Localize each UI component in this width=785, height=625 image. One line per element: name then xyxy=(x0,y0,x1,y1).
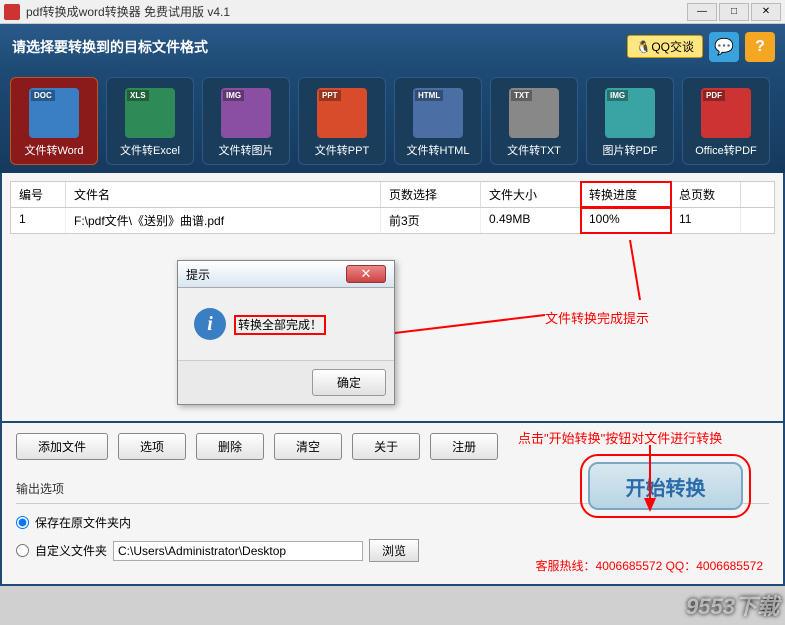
minimize-button[interactable]: — xyxy=(687,3,717,21)
format-icon: PDF xyxy=(701,88,751,138)
browse-button[interactable]: 浏览 xyxy=(369,539,419,562)
format-label: 文件转TXT xyxy=(507,142,561,158)
format-tile-文件转HTML[interactable]: HTML 文件转HTML xyxy=(394,77,482,165)
delete-button[interactable]: 删除 xyxy=(196,433,264,460)
qq-chat-button[interactable]: 🐧QQ交谈 xyxy=(627,35,703,58)
about-button[interactable]: 关于 xyxy=(352,433,420,460)
output-area: 输出选项 保存在原文件夹内 自定义文件夹 浏览 开始转换 客服热线：400668… xyxy=(0,470,785,586)
radio-custom-folder[interactable] xyxy=(16,544,29,557)
th-progress: 转换进度 xyxy=(581,182,671,207)
close-button[interactable]: ✕ xyxy=(751,3,781,21)
format-label: 文件转Word xyxy=(24,142,83,158)
ok-button[interactable]: 确定 xyxy=(312,369,386,396)
th-size: 文件大小 xyxy=(481,182,581,207)
th-pages: 页数选择 xyxy=(381,182,481,207)
format-tile-文件转Word[interactable]: DOC 文件转Word xyxy=(10,77,98,165)
td-name: F:\pdf文件\《送别》曲谱.pdf xyxy=(66,208,381,233)
chat-icon[interactable]: 💬 xyxy=(709,32,739,62)
radio-same-folder-label: 保存在原文件夹内 xyxy=(35,514,131,531)
register-button[interactable]: 注册 xyxy=(430,433,498,460)
format-label: 文件转Excel xyxy=(120,142,180,158)
th-id: 编号 xyxy=(11,182,66,207)
start-convert-button[interactable]: 开始转换 xyxy=(588,462,743,510)
help-icon[interactable]: ? xyxy=(745,32,775,62)
radio-same-folder[interactable] xyxy=(16,516,29,529)
format-icon: PPT xyxy=(317,88,367,138)
radio-custom-folder-label: 自定义文件夹 xyxy=(35,542,107,559)
window-controls: — □ ✕ xyxy=(687,3,781,21)
clear-button[interactable]: 清空 xyxy=(274,433,342,460)
format-icon: HTML xyxy=(413,88,463,138)
title-text: pdf转换成word转换器 免费试用版 v4.1 xyxy=(26,3,687,20)
hotline-text: 客服热线：4006685572 QQ：4006685572 xyxy=(536,557,763,574)
format-icon: TXT xyxy=(509,88,559,138)
format-icon: DOC xyxy=(29,88,79,138)
message-dialog: 提示 ✕ i 转换全部完成！ 确定 xyxy=(177,260,395,405)
dialog-close-button[interactable]: ✕ xyxy=(346,265,386,283)
th-name: 文件名 xyxy=(66,182,381,207)
format-tile-文件转PPT[interactable]: PPT 文件转PPT xyxy=(298,77,386,165)
td-size: 0.49MB xyxy=(481,208,581,233)
format-tile-文件转图片[interactable]: IMG 文件转图片 xyxy=(202,77,290,165)
dialog-titlebar: 提示 ✕ xyxy=(178,261,394,288)
td-id: 1 xyxy=(11,208,66,233)
formats-bar: DOC 文件转Word XLS 文件转Excel IMG 文件转图片 PPT 文件转PPT HT… xyxy=(0,69,785,173)
td-total: 11 xyxy=(671,208,741,233)
format-label: Office转PDF xyxy=(695,142,757,158)
td-pages: 前3页 xyxy=(381,208,481,233)
header-prompt: 请选择要转换到的目标文件格式 xyxy=(12,37,208,57)
format-icon: XLS xyxy=(125,88,175,138)
format-label: 图片转PDF xyxy=(603,142,658,158)
format-tile-文件转Excel[interactable]: XLS 文件转Excel xyxy=(106,77,194,165)
table-row[interactable]: 1 F:\pdf文件\《送别》曲谱.pdf 前3页 0.49MB 100% 11 xyxy=(10,208,775,234)
format-icon: IMG xyxy=(605,88,655,138)
header-bar: 请选择要转换到的目标文件格式 🐧QQ交谈 💬 ? xyxy=(0,24,785,69)
info-icon: i xyxy=(194,308,226,340)
format-tile-图片转PDF[interactable]: IMG 图片转PDF xyxy=(586,77,674,165)
app-icon xyxy=(4,4,20,20)
watermark: 9553下载 xyxy=(686,589,779,621)
file-table: 编号 文件名 页数选择 文件大小 转换进度 总页数 1 F:\pdf文件\《送别… xyxy=(10,181,775,234)
format-label: 文件转图片 xyxy=(219,142,274,158)
dialog-title-text: 提示 xyxy=(186,266,210,283)
table-header: 编号 文件名 页数选择 文件大小 转换进度 总页数 xyxy=(10,181,775,208)
format-tile-Office转PDF[interactable]: PDF Office转PDF xyxy=(682,77,770,165)
td-progress: 100% xyxy=(581,208,671,233)
th-total: 总页数 xyxy=(671,182,741,207)
format-label: 文件转HTML xyxy=(407,142,470,158)
format-icon: IMG xyxy=(221,88,271,138)
path-input[interactable] xyxy=(113,541,363,561)
format-label: 文件转PPT xyxy=(315,142,369,158)
maximize-button[interactable]: □ xyxy=(719,3,749,21)
titlebar: pdf转换成word转换器 免费试用版 v4.1 — □ ✕ xyxy=(0,0,785,24)
add-file-button[interactable]: 添加文件 xyxy=(16,433,108,460)
dialog-message: 转换全部完成！ xyxy=(236,317,324,333)
options-button[interactable]: 选项 xyxy=(118,433,186,460)
format-tile-文件转TXT[interactable]: TXT 文件转TXT xyxy=(490,77,578,165)
